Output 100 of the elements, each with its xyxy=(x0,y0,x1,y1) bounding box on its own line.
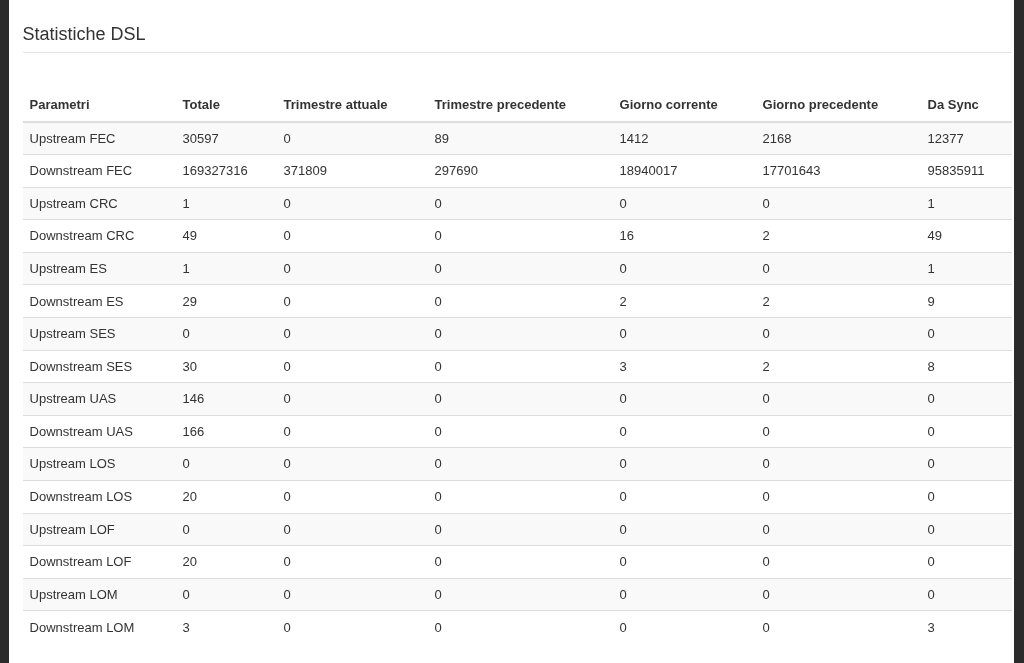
table-cell: 0 xyxy=(612,578,756,611)
table-cell: 1 xyxy=(920,252,1012,285)
table-cell: 3 xyxy=(175,610,277,644)
table-cell: Upstream FEC xyxy=(22,122,176,155)
table-cell: 49 xyxy=(920,219,1012,253)
table-cell: 0 xyxy=(427,610,613,644)
table-cell: 371809 xyxy=(276,154,428,188)
table-cell: 0 xyxy=(276,219,428,253)
table-cell: 2168 xyxy=(755,122,921,155)
table-cell: 0 xyxy=(920,447,1012,481)
table-cell: 0 xyxy=(755,545,921,579)
table-cell: 8 xyxy=(920,350,1012,383)
table-cell: 2 xyxy=(755,284,921,318)
table-cell: 0 xyxy=(276,480,428,514)
table-cell: 0 xyxy=(612,317,756,351)
table-cell: 0 xyxy=(427,447,613,481)
table-cell: 0 xyxy=(427,187,613,220)
table-cell: 0 xyxy=(427,284,613,318)
table-cell: 16 xyxy=(612,219,756,253)
table-cell: 0 xyxy=(276,610,428,644)
table-cell: 0 xyxy=(920,545,1012,579)
table-cell: Upstream LOS xyxy=(22,447,176,481)
table-cell: 0 xyxy=(427,350,613,383)
table-cell: 95835911 xyxy=(920,154,1012,188)
table-cell: 166 xyxy=(175,415,277,448)
table-cell: 0 xyxy=(427,578,613,611)
table-cell: 3 xyxy=(612,350,756,383)
table-cell: 30597 xyxy=(175,122,277,155)
table-cell: 0 xyxy=(612,610,756,644)
table-cell: 0 xyxy=(175,317,277,351)
table-cell: 0 xyxy=(612,513,756,546)
table-cell: 0 xyxy=(175,578,277,611)
table-cell: 0 xyxy=(276,187,428,220)
table-cell: 0 xyxy=(276,578,428,611)
table-cell: 0 xyxy=(427,219,613,253)
table-cell: Downstream LOS xyxy=(22,480,176,514)
table-cell: 0 xyxy=(276,382,428,416)
table-cell: 1 xyxy=(175,252,277,285)
table-cell: 0 xyxy=(612,415,756,448)
table-cell: 0 xyxy=(612,447,756,481)
table-cell: 146 xyxy=(175,382,277,416)
table-cell: 20 xyxy=(175,480,277,514)
table-cell: 0 xyxy=(276,122,428,155)
table-cell: 0 xyxy=(427,252,613,285)
table-cell: 0 xyxy=(755,480,921,514)
table-cell: 0 xyxy=(755,578,921,611)
table-cell: Downstream CRC xyxy=(22,219,176,253)
table-cell: 12377 xyxy=(920,122,1012,155)
table-cell: Upstream LOM xyxy=(22,578,176,611)
table-cell: 0 xyxy=(755,415,921,448)
table-cell: 0 xyxy=(276,447,428,481)
table-cell: 0 xyxy=(612,545,756,579)
table-cell: 0 xyxy=(276,545,428,579)
table-cell: 0 xyxy=(755,187,921,220)
table-cell: 0 xyxy=(427,480,613,514)
table-cell: Downstream UAS xyxy=(22,415,176,448)
table-cell: Downstream ES xyxy=(22,284,176,318)
table-cell: 1 xyxy=(175,187,277,220)
table-cell: Downstream LOM xyxy=(22,610,176,644)
table-cell: 49 xyxy=(175,219,277,253)
table-cell: 0 xyxy=(276,513,428,546)
table-cell: 20 xyxy=(175,545,277,579)
table-cell: Upstream CRC xyxy=(22,187,176,220)
page-title: Statistiche DSL xyxy=(22,22,1012,53)
table-cell: 2 xyxy=(755,219,921,253)
table-cell: 0 xyxy=(427,545,613,579)
table-cell: 0 xyxy=(427,382,613,416)
table-cell: 89 xyxy=(427,122,613,155)
table-cell: 0 xyxy=(920,317,1012,351)
table-cell: 0 xyxy=(612,480,756,514)
table-cell: 0 xyxy=(920,415,1012,448)
table-cell: 0 xyxy=(427,513,613,546)
table-cell: 0 xyxy=(755,513,921,546)
table-cell: 169327316 xyxy=(175,154,277,188)
table-cell: Upstream LOF xyxy=(22,513,176,546)
table-cell: 2 xyxy=(755,350,921,383)
table-cell: 0 xyxy=(276,284,428,318)
table-cell: Downstream FEC xyxy=(22,154,176,188)
table-cell: 0 xyxy=(755,447,921,481)
table-cell: 0 xyxy=(276,415,428,448)
table-cell: 30 xyxy=(175,350,277,383)
table-cell: 1 xyxy=(920,187,1012,220)
table-cell: Upstream SES xyxy=(22,317,176,351)
table-cell: 0 xyxy=(427,415,613,448)
table-cell: Upstream ES xyxy=(22,252,176,285)
table-cell: Downstream SES xyxy=(22,350,176,383)
table-cell: 0 xyxy=(920,578,1012,611)
table-cell: 0 xyxy=(920,382,1012,416)
table-cell: Upstream UAS xyxy=(22,382,176,416)
table-cell: 2 xyxy=(612,284,756,318)
table-cell: 0 xyxy=(276,350,428,383)
table-cell: Downstream LOF xyxy=(22,545,176,579)
table-cell: 9 xyxy=(920,284,1012,318)
table-cell: 17701643 xyxy=(755,154,921,188)
table-cell: 0 xyxy=(612,252,756,285)
table-cell: 0 xyxy=(427,317,613,351)
table-cell: 0 xyxy=(612,382,756,416)
table-cell: 29 xyxy=(175,284,277,318)
table-cell: 0 xyxy=(276,317,428,351)
table-cell: 0 xyxy=(920,480,1012,514)
